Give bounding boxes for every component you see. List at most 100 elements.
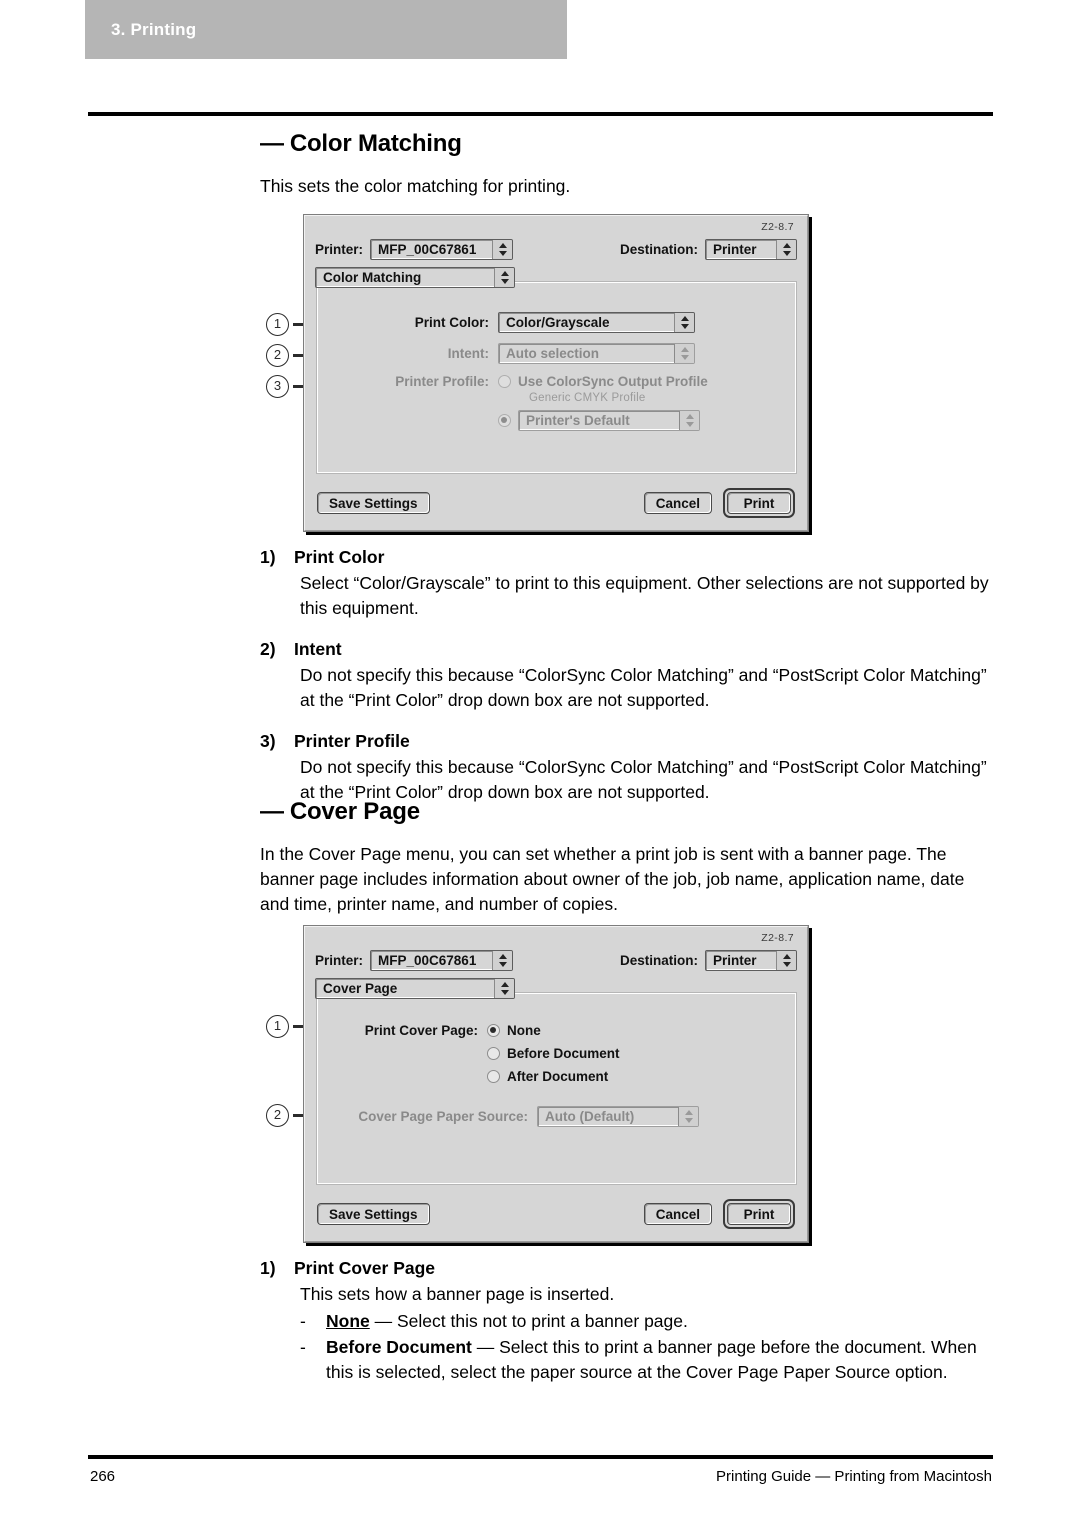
page-title: — Color Matching (260, 130, 995, 158)
intent-row: Intent: Auto selection (323, 343, 789, 364)
panel-content-color-matching: Print Color: Color/Grayscale Intent: Aut… (315, 312, 797, 431)
chevron-updown-icon (776, 951, 796, 970)
radio-label-before-document: Before Document (507, 1046, 620, 1061)
item-title: Printer Profile (294, 731, 410, 751)
bullet-text: None — Select this not to print a banner… (326, 1309, 995, 1334)
cover-page-paper-source-value: Auto (Default) (545, 1109, 635, 1124)
printer-destination-row: Printer: MFP_00C67861 Destination: Print… (315, 950, 797, 971)
print-dialog-cover-page: Z2-8.7 Printer: MFP_00C67861 Destination… (303, 925, 809, 1243)
radio-none[interactable] (487, 1024, 500, 1037)
header-rule (88, 112, 993, 116)
footer-title: Printing Guide — Printing from Macintosh (716, 1468, 992, 1485)
colorsync-subnote-row: Generic CMYK Profile (323, 392, 789, 404)
intro-paragraph: This sets the color matching for printin… (260, 176, 571, 196)
bullet-rest: — Select this not to print a banner page… (369, 1311, 688, 1331)
section-title-cover-page: — Cover Page (260, 798, 995, 826)
panel-selector-popup[interactable]: Color Matching (315, 267, 515, 288)
item-heading: 1) Print Cover Page (260, 1258, 995, 1279)
print-color-row: Print Color: Color/Grayscale (323, 312, 789, 333)
intent-label: Intent: (447, 346, 489, 361)
radio-printers-default[interactable] (498, 414, 511, 427)
item-number: 1) (260, 547, 276, 567)
bullet-item-none: - None — Select this not to print a bann… (300, 1309, 995, 1334)
intent-value: Auto selection (506, 346, 600, 361)
cover-page-paper-source-popup[interactable]: Auto (Default) (537, 1106, 699, 1127)
numbered-item-printer-profile: 3) Printer Profile Do not specify this b… (260, 731, 995, 805)
print-button[interactable]: Print (727, 492, 791, 514)
heading-text: Cover Page (289, 798, 420, 825)
version-tag: Z2-8.7 (761, 221, 794, 233)
chevron-updown-icon (679, 411, 699, 430)
print-color-value: Color/Grayscale (506, 315, 610, 330)
footer-page-number: 266 (90, 1468, 116, 1485)
printers-default-row: Printer's Default (323, 410, 789, 431)
chapter-tab: 3. Printing (85, 0, 567, 59)
numbered-item-print-cover-page: 1) Print Cover Page This sets how a bann… (260, 1258, 995, 1385)
print-color-popup[interactable]: Color/Grayscale (498, 312, 695, 333)
cancel-button[interactable]: Cancel (643, 1203, 712, 1225)
chapter-tab-label: 3. Printing (111, 19, 197, 39)
section-cover-page: — Cover Page In the Cover Page menu, you … (260, 798, 995, 931)
printer-popup[interactable]: MFP_00C67861 (370, 239, 514, 260)
bullet-text: Before Document — Select this to print a… (326, 1335, 995, 1385)
radio-after-document[interactable] (487, 1070, 500, 1083)
item-body: Do not specify this because “ColorSync C… (300, 665, 987, 710)
radio-label-colorsync: Use ColorSync Output Profile (518, 374, 708, 389)
printers-default-popup[interactable]: Printer's Default (518, 410, 700, 431)
bullet-term: None (326, 1311, 370, 1331)
item-number: 2) (260, 639, 276, 659)
bullet-item-before-document: - Before Document — Select this to print… (300, 1335, 995, 1385)
printer-popup-value: MFP_00C67861 (378, 953, 477, 968)
dialog-button-row: Save Settings Cancel Print (317, 488, 795, 518)
color-matching-item-list: 1) Print Color Select “Color/Grayscale” … (260, 547, 995, 805)
radio-before-document[interactable] (487, 1047, 500, 1060)
numbered-item-intent: 2) Intent Do not specify this because “C… (260, 639, 995, 713)
destination-popup[interactable]: Printer (705, 239, 797, 260)
print-cover-page-label: Print Cover Page: (364, 1023, 478, 1038)
callout-number: 2 (266, 344, 289, 367)
destination-popup-value: Printer (713, 242, 757, 257)
panel-selector-value: Color Matching (323, 270, 422, 285)
callout-number: 3 (266, 375, 289, 398)
dialog-inner: Z2-8.7 Printer: MFP_00C67861 Destination… (304, 926, 808, 1242)
destination-popup[interactable]: Printer (705, 950, 797, 971)
print-button[interactable]: Print (727, 1203, 791, 1225)
chevron-updown-icon (492, 240, 513, 259)
callout-number: 2 (266, 1104, 289, 1127)
numbered-item-print-color: 1) Print Color Select “Color/Grayscale” … (260, 547, 995, 621)
printer-popup[interactable]: MFP_00C67861 (370, 950, 514, 971)
chevron-updown-icon (674, 344, 694, 363)
bullet-dash: - (300, 1337, 306, 1357)
destination-label: Destination: (619, 953, 698, 968)
panel-selector-row: Cover Page (315, 978, 797, 999)
chevron-updown-icon (494, 268, 514, 287)
chevron-updown-icon (492, 951, 513, 970)
chevron-updown-icon (776, 240, 796, 259)
intent-popup[interactable]: Auto selection (498, 343, 695, 364)
cover-page-item-list: 1) Print Cover Page This sets how a bann… (260, 1258, 995, 1385)
chevron-updown-icon (494, 979, 514, 998)
section-color-matching: — Color Matching This sets the color matc… (260, 130, 995, 213)
printer-popup-value: MFP_00C67861 (378, 242, 477, 257)
radio-label-none: None (507, 1023, 541, 1038)
cancel-button[interactable]: Cancel (643, 492, 712, 514)
print-button-default-ring: Print (723, 488, 795, 518)
callout-number: 1 (266, 1015, 289, 1038)
chevron-updown-icon (678, 1107, 698, 1126)
print-color-label: Print Color: (414, 315, 489, 330)
item-body: Select “Color/Grayscale” to print to thi… (300, 573, 989, 618)
printer-destination-row: Printer: MFP_00C67861 Destination: Print… (315, 239, 797, 260)
heading-dash: — (260, 130, 284, 157)
save-settings-button[interactable]: Save Settings (317, 492, 430, 514)
save-settings-button[interactable]: Save Settings (317, 1203, 430, 1225)
cover-page-intro-paragraph: In the Cover Page menu, you can set whet… (260, 844, 965, 914)
panel-selector-popup[interactable]: Cover Page (315, 978, 515, 999)
item-heading: 1) Print Color (260, 547, 995, 568)
chevron-updown-icon (674, 313, 694, 332)
callout-number: 1 (266, 313, 289, 336)
item-number: 3) (260, 731, 276, 751)
bullet-dash: - (300, 1311, 306, 1331)
bullet-term: Before Document (326, 1337, 472, 1357)
heading-dash: — (260, 798, 284, 825)
radio-use-colorsync-output-profile[interactable] (498, 375, 511, 388)
